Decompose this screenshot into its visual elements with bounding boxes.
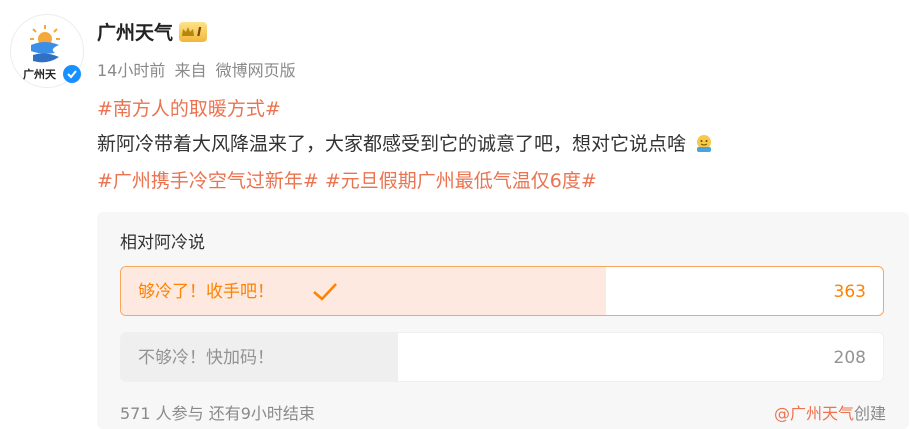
poll-option-count: 363 [833,282,866,302]
poll-option-label: 够冷了！收手吧！ [138,282,274,302]
poll-remaining: 还有9小时结束 [208,404,315,423]
post-meta: 14小时前 来自 微博网页版 [97,57,300,81]
author-name-row: 广州天气 I [97,18,208,45]
post-text: 新阿冷带着大风降温来了，大家都感受到它的诚意了吧，想对它说点啥 [97,133,687,155]
vip-level-text: I [197,24,202,39]
topic-link[interactable]: #广州携手冷空气过新年# [97,170,319,192]
author-name[interactable]: 广州天气 [97,18,173,45]
creator-link[interactable]: @广州天气 [774,404,854,423]
topic-link[interactable]: #南方人的取暖方式# [97,98,281,120]
post-line-1: #南方人的取暖方式# [97,96,281,122]
poll-option-1[interactable]: 够冷了！收手吧！ 363 [120,266,884,316]
poll-option-label: 不够冷！快加码！ [138,348,274,368]
verified-badge-icon [62,64,82,84]
post-text-line: 新阿冷带着大风降温来了，大家都感受到它的诚意了吧，想对它说点啥 [97,131,714,157]
post-from-label: 来自 [174,61,207,80]
creator-suffix: 创建 [853,404,886,423]
avatar-text: 广州天 [23,68,56,81]
poll-option-2[interactable]: 不够冷！快加码！ 208 [120,332,884,382]
crown-icon [182,26,195,36]
vip-level-badge[interactable]: I [179,21,208,42]
poll-participants: 571 人参与 [120,404,204,423]
poll-creator: @广州天气创建 [774,400,886,424]
poll-footer: 571 人参与 还有9小时结束 [120,400,315,424]
check-icon [313,283,337,301]
post-time[interactable]: 14小时前 [97,61,165,80]
post-source: 微博网页版 [215,61,296,80]
post-topics-line: #广州携手冷空气过新年# #元旦假期广州最低气温仅6度# [97,168,597,194]
emoji-face-icon [697,135,712,152]
topic-link[interactable]: #元旦假期广州最低气温仅6度# [325,170,597,192]
poll-option-count: 208 [833,348,866,368]
poll-card: 相对阿冷说 够冷了！收手吧！ 363 不够冷！快加码！ 208 571 人参与 … [97,212,909,429]
poll-title: 相对阿冷说 [120,233,205,253]
